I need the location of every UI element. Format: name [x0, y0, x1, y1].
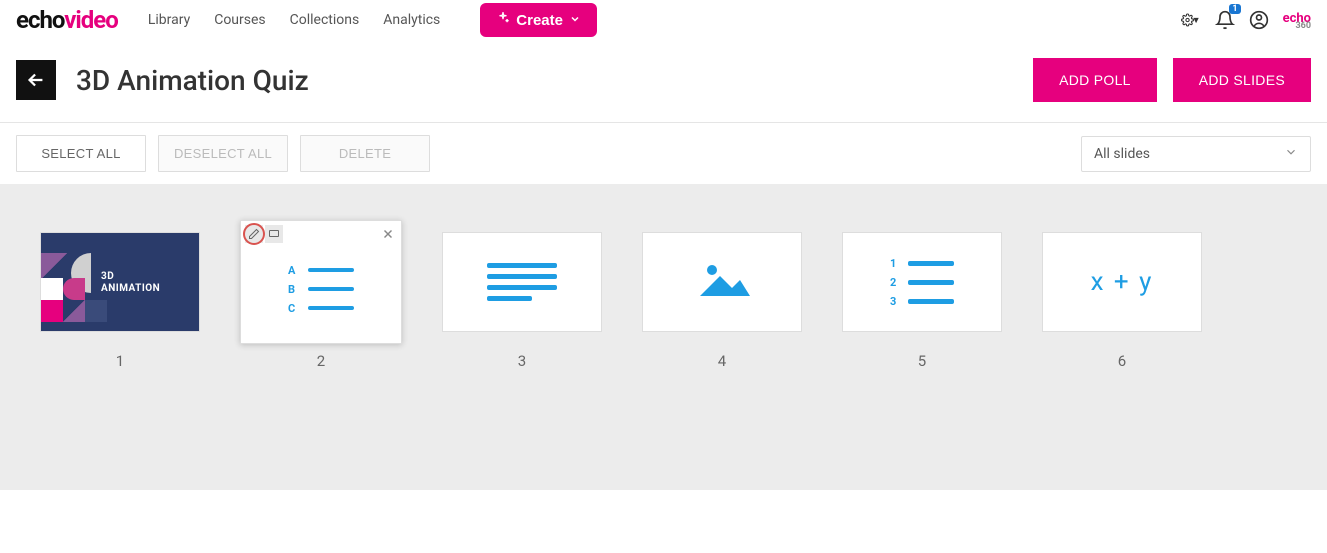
- sparkle-icon: [496, 11, 510, 29]
- logo-echo: echo: [16, 6, 64, 34]
- para-line: [487, 274, 557, 279]
- nav-courses[interactable]: Courses: [214, 12, 265, 28]
- slide-3-number: 3: [518, 352, 526, 370]
- caret-down-icon: ▼: [1192, 15, 1201, 26]
- settings-icon[interactable]: ▼: [1181, 10, 1201, 30]
- slide-2-number: 2: [317, 352, 325, 370]
- add-slides-button[interactable]: ADD SLIDES: [1173, 58, 1311, 102]
- numeric-question-icon: x + y: [1091, 267, 1154, 297]
- para-line: [487, 285, 557, 290]
- mc-line: [308, 268, 354, 272]
- mc-line: [308, 287, 354, 291]
- shape-decor: [85, 300, 107, 322]
- slide-4-number: 4: [718, 352, 726, 370]
- notifications-badge: 1: [1229, 4, 1240, 14]
- logo[interactable]: echovideo: [16, 6, 118, 34]
- slide-1-number: 1: [116, 352, 124, 370]
- slide-6-number: 6: [1118, 352, 1126, 370]
- chevron-down-icon: [569, 12, 581, 29]
- nav-links: Library Courses Collections Analytics Cr…: [148, 3, 597, 37]
- present-slide-button[interactable]: [265, 225, 283, 243]
- nav-library[interactable]: Library: [148, 12, 190, 28]
- slide-1[interactable]: 3D ANIMATION 1: [40, 232, 200, 370]
- edit-slide-button[interactable]: [245, 225, 263, 243]
- slide-1-title: 3D ANIMATION: [101, 271, 160, 295]
- para-line: [487, 296, 532, 301]
- slide-6-thumb[interactable]: x + y: [1042, 232, 1202, 332]
- short-answer-icon: [487, 263, 557, 301]
- slides-area: 3D ANIMATION 1 A B C: [0, 184, 1327, 490]
- back-button[interactable]: [16, 60, 56, 100]
- image-question-icon: [692, 258, 752, 306]
- slide-5-number: 5: [918, 352, 926, 370]
- title-actions: ADD POLL ADD SLIDES: [1033, 58, 1311, 102]
- top-nav: echovideo Library Courses Collections An…: [0, 0, 1327, 40]
- create-label: Create: [516, 12, 563, 29]
- nav-collections[interactable]: Collections: [290, 12, 360, 28]
- chevron-down-icon: [1284, 145, 1298, 163]
- mc-letter-c: C: [288, 302, 298, 315]
- shape-decor: [41, 300, 63, 322]
- selection-toolbar: SELECT ALL DESELECT ALL DELETE All slide…: [0, 123, 1327, 184]
- page-title: 3D Animation Quiz: [76, 64, 309, 97]
- ord-line: [908, 299, 954, 304]
- slide-5-thumb[interactable]: 1 2 3: [842, 232, 1002, 332]
- echo360-logo[interactable]: echo 360: [1283, 11, 1311, 29]
- ord-num-1: 1: [890, 257, 898, 270]
- ord-line: [908, 261, 954, 266]
- shape-decor: [41, 253, 69, 278]
- slide-2[interactable]: A B C 2: [240, 232, 402, 370]
- notifications-icon[interactable]: 1: [1215, 10, 1235, 30]
- deselect-all-button[interactable]: DESELECT ALL: [158, 135, 288, 172]
- ord-num-3: 3: [890, 295, 898, 308]
- slide-3-thumb[interactable]: [442, 232, 602, 332]
- filter-select[interactable]: All slides: [1081, 136, 1311, 172]
- mc-line: [308, 306, 354, 310]
- nav-right: ▼ 1 echo 360: [1181, 10, 1311, 30]
- delete-slide-button[interactable]: [379, 225, 397, 243]
- slide-1-thumb[interactable]: 3D ANIMATION: [40, 232, 200, 332]
- add-poll-button[interactable]: ADD POLL: [1033, 58, 1157, 102]
- slide-1-title-l2: ANIMATION: [101, 283, 160, 294]
- shape-decor: [63, 278, 85, 300]
- slide-2-thumb[interactable]: A B C: [240, 220, 402, 344]
- slide-3[interactable]: 3: [442, 232, 602, 370]
- slide-6[interactable]: x + y 6: [1042, 232, 1202, 370]
- para-line: [487, 263, 557, 268]
- slide-2-hover-tools: [245, 225, 397, 243]
- shape-decor: [41, 278, 63, 300]
- title-row: 3D Animation Quiz ADD POLL ADD SLIDES: [0, 40, 1327, 123]
- slide-1-title-l1: 3D: [101, 271, 114, 282]
- mc-letter-b: B: [288, 283, 298, 296]
- nav-analytics[interactable]: Analytics: [383, 12, 440, 28]
- delete-button[interactable]: DELETE: [300, 135, 430, 172]
- slide-4[interactable]: 4: [642, 232, 802, 370]
- account-icon[interactable]: [1249, 10, 1269, 30]
- ord-line: [908, 280, 954, 285]
- logo-video: video: [64, 6, 118, 34]
- shape-decor: [63, 300, 85, 322]
- create-button[interactable]: Create: [480, 3, 597, 37]
- mc-letter-a: A: [288, 264, 298, 277]
- ordered-list-icon: 1 2 3: [890, 257, 954, 308]
- slide-4-thumb[interactable]: [642, 232, 802, 332]
- ord-num-2: 2: [890, 276, 898, 289]
- select-all-button[interactable]: SELECT ALL: [16, 135, 146, 172]
- slide-5[interactable]: 1 2 3 5: [842, 232, 1002, 370]
- multiple-choice-icon: A B C: [288, 264, 354, 315]
- filter-selected-label: All slides: [1094, 146, 1150, 162]
